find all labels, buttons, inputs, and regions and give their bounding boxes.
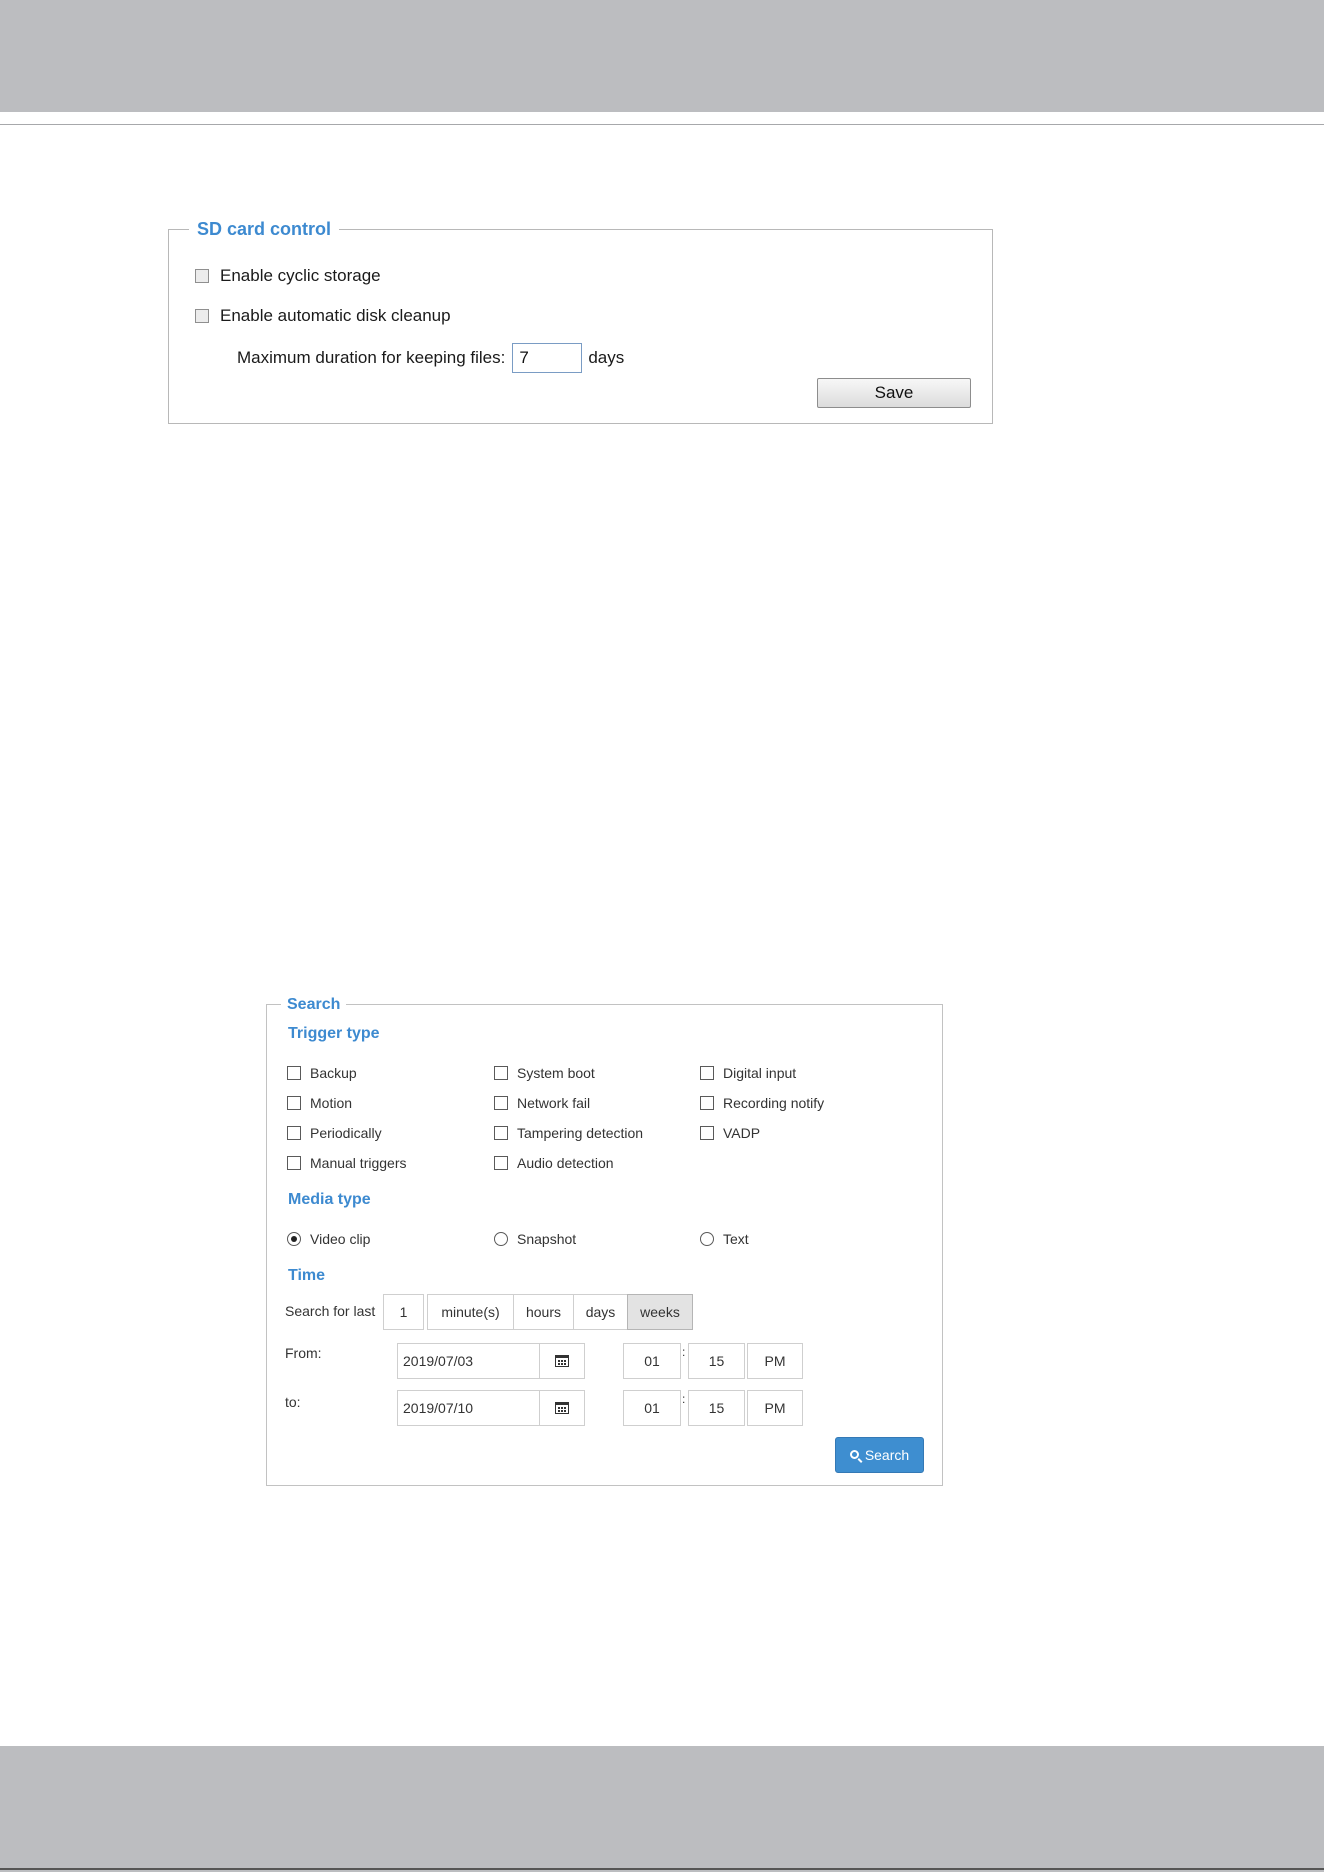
trigger-network-fail-label: Network fail xyxy=(517,1095,591,1111)
trigger-network-fail-checkbox[interactable] xyxy=(494,1096,508,1110)
max-duration-row: Maximum duration for keeping files: days xyxy=(237,343,624,373)
trigger-tampering-detection-checkbox[interactable] xyxy=(494,1126,508,1140)
trigger-manual-triggers-checkbox[interactable] xyxy=(287,1156,301,1170)
max-duration-input[interactable] xyxy=(512,343,583,373)
trigger-system-boot-label: System boot xyxy=(517,1065,595,1081)
trigger-recording-notify[interactable]: Recording notify xyxy=(700,1095,824,1111)
save-button[interactable]: Save xyxy=(817,378,971,408)
from-ampm-toggle[interactable]: PM xyxy=(747,1343,803,1379)
auto-cleanup-label: Enable automatic disk cleanup xyxy=(220,306,451,325)
media-video-clip-radio[interactable] xyxy=(287,1232,301,1246)
unit-weeks-button[interactable]: weeks xyxy=(627,1294,693,1330)
unit-days-button[interactable]: days xyxy=(573,1294,628,1330)
trigger-backup[interactable]: Backup xyxy=(287,1065,357,1081)
page-footer-band xyxy=(0,1746,1324,1872)
sd-card-control-title: SD card control xyxy=(189,217,340,241)
trigger-vadp-checkbox[interactable] xyxy=(700,1126,714,1140)
trigger-periodically-checkbox[interactable] xyxy=(287,1126,301,1140)
trigger-audio-detection-label: Audio detection xyxy=(517,1155,614,1171)
trigger-recording-notify-label: Recording notify xyxy=(723,1095,825,1111)
calendar-icon xyxy=(555,1355,569,1367)
search-for-last-label: Search for last xyxy=(285,1303,376,1319)
cyclic-storage-label: Enable cyclic storage xyxy=(220,266,381,285)
trigger-digital-input-label: Digital input xyxy=(723,1065,797,1081)
trigger-audio-detection[interactable]: Audio detection xyxy=(494,1155,614,1171)
auto-cleanup-checkbox[interactable] xyxy=(195,309,209,323)
from-hour-input[interactable]: 01 xyxy=(623,1343,681,1379)
to-ampm-toggle[interactable]: PM xyxy=(747,1390,803,1426)
page-header-band xyxy=(0,0,1324,112)
from-date-input[interactable]: 2019/07/03 xyxy=(397,1343,540,1379)
trigger-periodically[interactable]: Periodically xyxy=(287,1125,382,1141)
cyclic-storage-checkbox[interactable] xyxy=(195,269,209,283)
trigger-audio-detection-checkbox[interactable] xyxy=(494,1156,508,1170)
to-calendar-button[interactable] xyxy=(539,1390,585,1426)
to-label: to: xyxy=(285,1394,301,1410)
trigger-periodically-label: Periodically xyxy=(310,1125,382,1141)
last-value-input[interactable]: 1 xyxy=(383,1294,424,1330)
media-snapshot[interactable]: Snapshot xyxy=(494,1231,576,1247)
search-icon xyxy=(849,1449,859,1459)
trigger-system-boot-checkbox[interactable] xyxy=(494,1066,508,1080)
sd-card-control-panel: SD card control Enable cyclic storage En… xyxy=(168,217,993,424)
media-video-clip[interactable]: Video clip xyxy=(287,1231,370,1247)
trigger-backup-label: Backup xyxy=(310,1065,357,1081)
max-duration-unit: days xyxy=(588,348,625,367)
to-minute-input[interactable]: 15 xyxy=(688,1390,745,1426)
to-hour-input[interactable]: 01 xyxy=(623,1390,681,1426)
trigger-manual-triggers-label: Manual triggers xyxy=(310,1155,407,1171)
calendar-icon xyxy=(555,1402,569,1414)
auto-cleanup-option[interactable]: Enable automatic disk cleanup xyxy=(195,306,451,326)
header-divider xyxy=(0,124,1324,125)
from-label: From: xyxy=(285,1345,322,1361)
from-calendar-button[interactable] xyxy=(539,1343,585,1379)
max-duration-label: Maximum duration for keeping files: xyxy=(237,348,506,367)
search-panel-title: Search xyxy=(281,995,347,1015)
from-time-separator: : xyxy=(682,1345,686,1359)
to-time-separator: : xyxy=(682,1392,686,1406)
trigger-digital-input[interactable]: Digital input xyxy=(700,1065,796,1081)
trigger-tampering-detection-label: Tampering detection xyxy=(517,1125,644,1141)
trigger-digital-input-checkbox[interactable] xyxy=(700,1066,714,1080)
time-heading: Time xyxy=(288,1267,326,1284)
trigger-vadp-label: VADP xyxy=(723,1125,761,1141)
trigger-motion-label: Motion xyxy=(310,1095,353,1111)
media-snapshot-label: Snapshot xyxy=(517,1231,577,1247)
trigger-tampering-detection[interactable]: Tampering detection xyxy=(494,1125,643,1141)
media-type-heading: Media type xyxy=(288,1191,371,1208)
cyclic-storage-option[interactable]: Enable cyclic storage xyxy=(195,266,381,286)
from-minute-input[interactable]: 15 xyxy=(688,1343,745,1379)
trigger-system-boot[interactable]: System boot xyxy=(494,1065,595,1081)
trigger-network-fail[interactable]: Network fail xyxy=(494,1095,590,1111)
trigger-recording-notify-checkbox[interactable] xyxy=(700,1096,714,1110)
trigger-vadp[interactable]: VADP xyxy=(700,1125,760,1141)
media-text-label: Text xyxy=(723,1231,749,1247)
trigger-type-heading: Trigger type xyxy=(288,1025,380,1042)
search-panel: Search Trigger type Backup System boot D… xyxy=(266,995,943,1486)
search-button[interactable]: Search xyxy=(835,1437,924,1473)
trigger-motion[interactable]: Motion xyxy=(287,1095,352,1111)
trigger-manual-triggers[interactable]: Manual triggers xyxy=(287,1155,407,1171)
to-date-input[interactable]: 2019/07/10 xyxy=(397,1390,540,1426)
search-button-label: Search xyxy=(864,1447,910,1463)
media-text[interactable]: Text xyxy=(700,1231,749,1247)
unit-minutes-button[interactable]: minute(s) xyxy=(427,1294,514,1330)
trigger-backup-checkbox[interactable] xyxy=(287,1066,301,1080)
unit-hours-button[interactable]: hours xyxy=(513,1294,574,1330)
media-text-radio[interactable] xyxy=(700,1232,714,1246)
media-snapshot-radio[interactable] xyxy=(494,1232,508,1246)
media-video-clip-label: Video clip xyxy=(310,1231,371,1247)
trigger-motion-checkbox[interactable] xyxy=(287,1096,301,1110)
footer-divider xyxy=(0,1868,1324,1870)
